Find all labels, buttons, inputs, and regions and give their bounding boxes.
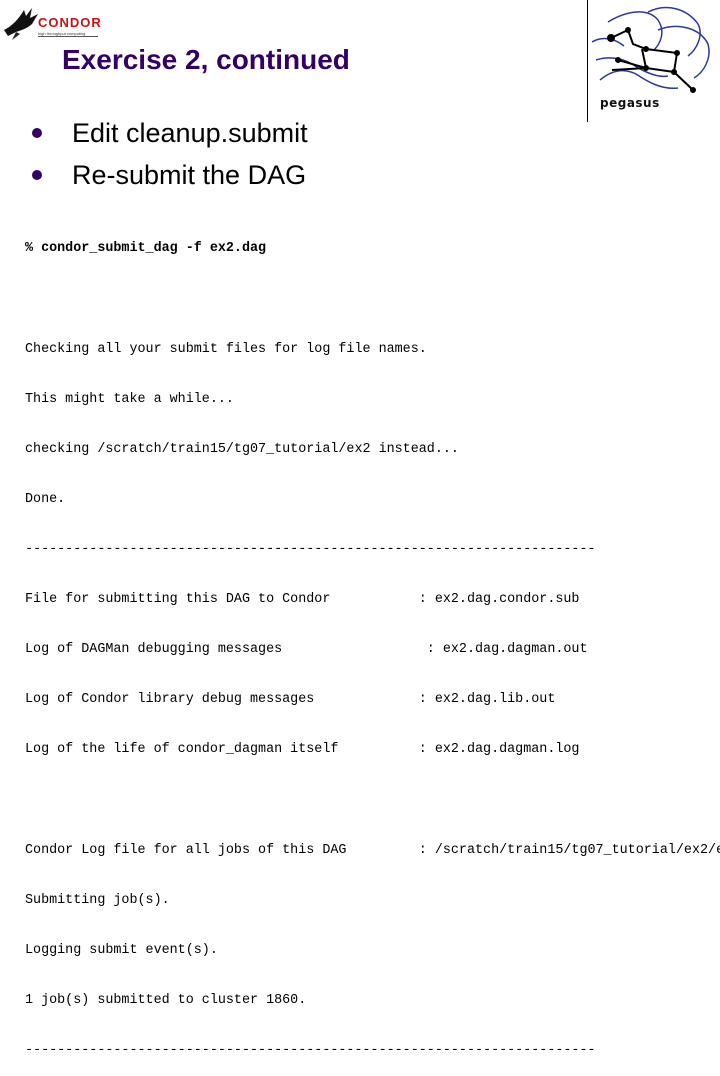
terminal-line: Done. bbox=[25, 491, 66, 507]
terminal-line: Checking all your submit files for log f… bbox=[25, 341, 427, 357]
condor-tagline: high throughput computing bbox=[38, 31, 98, 37]
terminal-line: Logging submit event(s). bbox=[25, 942, 218, 958]
terminal-line: Submitting job(s). bbox=[25, 892, 170, 908]
pegasus-constellation-icon bbox=[591, 6, 710, 93]
bullet-dot-icon bbox=[32, 170, 42, 180]
terminal-line: Log of DAGMan debugging messages : ex2.d… bbox=[25, 642, 588, 658]
terminal-line: Condor Log file for all jobs of this DAG… bbox=[25, 842, 720, 858]
bullet-text: Edit cleanup.submit bbox=[72, 118, 308, 148]
bullet-dot-icon bbox=[32, 128, 42, 138]
condor-logo: CONDOR high throughput computing bbox=[2, 6, 102, 42]
terminal-line: Log of the life of condor_dagman itself … bbox=[25, 742, 580, 758]
bullet-list: Edit cleanup.submit Re-submit the DAG bbox=[32, 112, 308, 196]
bullet-item: Re-submit the DAG bbox=[32, 154, 308, 196]
terminal-line: 1 job(s) submitted to cluster 1860. bbox=[25, 992, 307, 1008]
terminal-output: % condor_submit_dag -f ex2.dag Checking … bbox=[25, 208, 720, 1076]
slide-title: Exercise 2, continued bbox=[62, 44, 350, 75]
condor-wordmark: CONDOR bbox=[38, 15, 102, 30]
bullet-text: Re-submit the DAG bbox=[72, 160, 307, 190]
terminal-command: % condor_submit_dag -f ex2.dag bbox=[25, 241, 267, 257]
condor-bird-icon bbox=[4, 8, 38, 40]
terminal-line: Log of Condor library debug messages : e… bbox=[25, 692, 556, 708]
pegasus-wordmark: pegasus bbox=[600, 96, 660, 110]
terminal-line: checking /scratch/train15/tg07_tutorial/… bbox=[25, 441, 459, 457]
terminal-divider: ----------------------------------------… bbox=[25, 1042, 596, 1058]
terminal-line: File for submitting this DAG to Condor :… bbox=[25, 592, 580, 608]
bullet-item: Edit cleanup.submit bbox=[32, 112, 308, 154]
terminal-line: This might take a while... bbox=[25, 391, 234, 407]
terminal-divider: ----------------------------------------… bbox=[25, 541, 596, 557]
